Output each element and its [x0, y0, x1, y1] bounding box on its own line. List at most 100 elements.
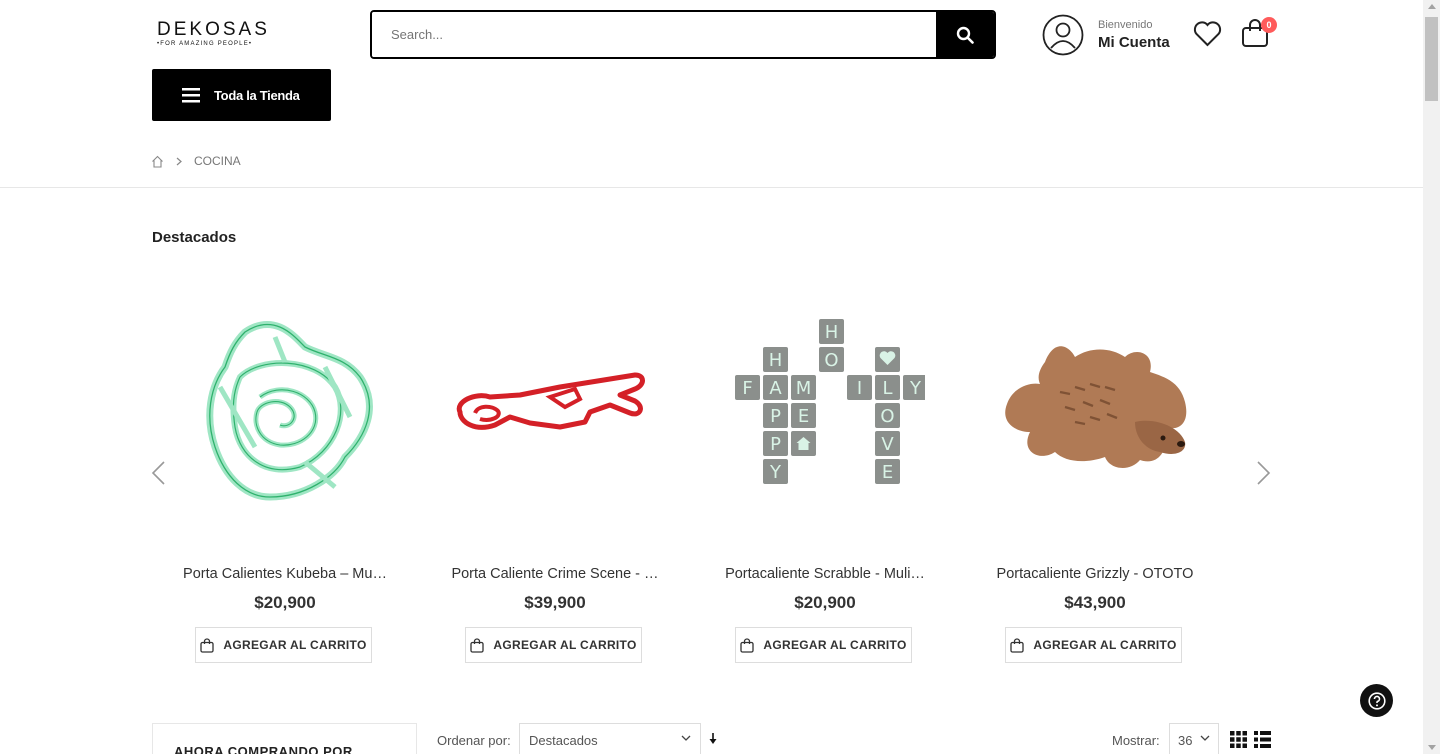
add-to-cart-button[interactable]: AGREGAR AL CARRITO [735, 627, 912, 663]
chevron-down-icon [681, 735, 691, 741]
product-image-kubeba[interactable] [160, 282, 410, 532]
account-greeting: Bienvenido [1098, 19, 1153, 31]
scrabble-letter: A [769, 378, 782, 399]
filter-title: AHORA COMPRANDO POR [174, 744, 353, 754]
scrabble-tile: L [875, 375, 900, 400]
scrabble-tile: H [763, 347, 788, 372]
current-filters-box: AHORA COMPRANDO POR [152, 723, 417, 754]
sort-label: Ordenar por: [437, 733, 511, 748]
chevron-right-icon [176, 157, 182, 165]
bag-icon [1010, 637, 1025, 653]
scrabble-tile: A [763, 375, 788, 400]
scrabble-letter: P [770, 406, 781, 427]
add-to-cart-label: AGREGAR AL CARRITO [223, 638, 367, 652]
question-icon [1367, 691, 1386, 710]
scrabble-letter: L [882, 378, 892, 399]
bag-icon [200, 637, 215, 653]
account-link[interactable]: Bienvenido Mi Cuenta [1042, 14, 1182, 56]
all-store-menu-button[interactable]: Toda la Tienda [152, 69, 331, 121]
product-name[interactable]: Porta Calientes Kubeba – Mu… [170, 566, 400, 582]
scrabble-tile: E [875, 459, 900, 484]
chevron-down-icon [1200, 735, 1210, 741]
product-card: HHOFAMILYPEOPVYE Portacaliente Scrabble … [690, 282, 960, 667]
list-view-icon[interactable] [1254, 731, 1271, 748]
product-image-grizzly[interactable] [970, 282, 1220, 532]
heart-icon[interactable] [1193, 21, 1222, 47]
scroll-down-arrow[interactable] [1428, 745, 1436, 750]
scrabble-letter: Y [769, 462, 782, 483]
sort-value: Destacados [529, 733, 598, 748]
product-price: $20,900 [254, 593, 316, 612]
add-to-cart-label: AGREGAR AL CARRITO [493, 638, 637, 652]
site-logo[interactable]: DEKOSAS •FOR AMAZING PEOPLE• [157, 20, 269, 48]
product-image-crime-scene[interactable] [430, 282, 680, 532]
scrabble-letter: E [882, 462, 893, 483]
product-card: Portacaliente Grizzly - OTOTO $43,900 AG… [960, 282, 1230, 667]
per-page-select[interactable]: 36 [1169, 723, 1219, 754]
add-to-cart-button[interactable]: AGREGAR AL CARRITO [1005, 627, 1182, 663]
featured-title: Destacados [152, 229, 237, 246]
product-price: $20,900 [794, 593, 856, 612]
add-to-cart-label: AGREGAR AL CARRITO [763, 638, 907, 652]
cart-count-badge: 0 [1261, 17, 1277, 33]
help-button[interactable] [1360, 684, 1393, 717]
scrabble-letter: O [824, 350, 838, 371]
show-label: Mostrar: [1112, 733, 1160, 748]
home-icon[interactable] [151, 155, 164, 168]
scrabble-tile: Y [903, 375, 925, 400]
scrabble-letter: H [769, 350, 783, 371]
sort-direction-icon[interactable] [708, 732, 718, 746]
product-price: $39,900 [524, 593, 586, 612]
scroll-thumb[interactable] [1425, 17, 1438, 101]
scrabble-tile: I [847, 375, 872, 400]
scrabble-tile: P [763, 431, 788, 456]
scrabble-letter: P [770, 434, 781, 455]
logo-tagline: •FOR AMAZING PEOPLE• [157, 41, 253, 47]
search-bar [370, 10, 996, 59]
sort-select[interactable]: Destacados [519, 723, 701, 754]
product-price: $43,900 [1064, 593, 1126, 612]
scroll-up-arrow[interactable] [1428, 4, 1436, 9]
product-card: Porta Calientes Kubeba – Mu… $20,900 AGR… [150, 282, 420, 667]
scrabble-letter: Y [909, 378, 922, 399]
scrabble-letter: E [798, 406, 809, 427]
breadcrumb-item-cocina[interactable]: COCINA [194, 154, 241, 168]
add-to-cart-button[interactable]: AGREGAR AL CARRITO [465, 627, 642, 663]
bag-icon [740, 637, 755, 653]
user-icon [1042, 14, 1084, 56]
add-to-cart-button[interactable]: AGREGAR AL CARRITO [195, 627, 372, 663]
search-icon [956, 26, 974, 44]
product-name[interactable]: Portacaliente Scrabble - Muli… [710, 566, 940, 582]
scrabble-letter: O [880, 406, 894, 427]
search-button[interactable] [936, 12, 994, 57]
bag-icon [470, 637, 485, 653]
site-header: DEKOSAS •FOR AMAZING PEOPLE• Bienvenido … [0, 0, 1423, 188]
scrabble-tile: F [735, 375, 760, 400]
chevron-right-icon[interactable] [1256, 460, 1272, 486]
scrabble-tile: O [819, 347, 844, 372]
scrabble-letter: I [857, 378, 862, 399]
per-page-value: 36 [1178, 733, 1193, 748]
scrabble-tile: E [791, 403, 816, 428]
product-name[interactable]: Portacaliente Grizzly - OTOTO [980, 566, 1210, 582]
search-input[interactable] [372, 12, 938, 57]
scrabble-tile: H [819, 319, 844, 344]
scrabble-letter: F [742, 378, 752, 399]
account-label: Mi Cuenta [1098, 34, 1170, 51]
breadcrumb: COCINA [151, 154, 241, 168]
product-name[interactable]: Porta Caliente Crime Scene - … [440, 566, 670, 582]
scrabble-tile: Y [763, 459, 788, 484]
scrabble-tile: O [875, 403, 900, 428]
scrabble-letter: M [796, 378, 812, 399]
scrabble-letter: V [881, 434, 894, 455]
menu-icon [182, 87, 200, 102]
grid-view-icon[interactable] [1230, 731, 1247, 748]
all-store-label: Toda la Tienda [214, 87, 300, 103]
page-scrollbar[interactable] [1423, 0, 1440, 754]
product-image-scrabble[interactable]: HHOFAMILYPEOPVYE [700, 282, 950, 532]
logo-wordmark: DEKOSAS [157, 19, 270, 40]
scrabble-letter: H [825, 322, 839, 343]
add-to-cart-label: AGREGAR AL CARRITO [1033, 638, 1177, 652]
product-card: Porta Caliente Crime Scene - … $39,900 A… [420, 282, 690, 667]
scrabble-tile: V [875, 431, 900, 456]
